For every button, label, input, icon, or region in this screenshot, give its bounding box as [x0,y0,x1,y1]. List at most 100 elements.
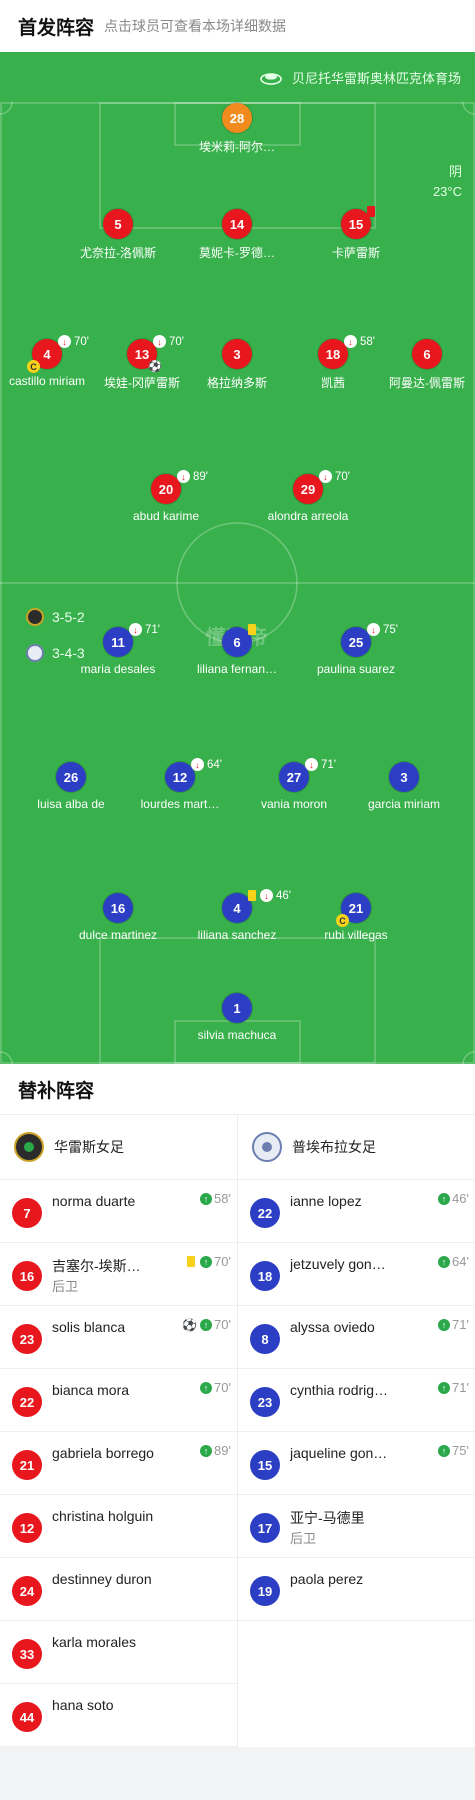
sub-position: 后卫 [52,1279,79,1294]
sub-off-icon: ↓ [367,623,380,636]
sub-off-marker: ↓ 58' [344,335,375,348]
venue: 贝尼托华雷斯奥林匹克体育场 [260,68,461,87]
sub-on-time: 75' [452,1443,469,1458]
sub-number: 33 [12,1639,42,1669]
sub-on-event: ↑ 70' [187,1254,231,1269]
weather-temp: 23°C [432,184,462,199]
sub-off-time: 71' [321,758,336,771]
sub-off-marker: ↓ 89' [177,470,208,483]
weather-condition: 阴 [448,164,462,179]
sub-number: 21 [12,1450,42,1480]
home-sub-row[interactable]: 22 bianca mora ↑ 70' [0,1369,237,1432]
footer-spacer [0,1747,475,1800]
sub-number: 17 [250,1513,280,1543]
player-name: paulina suarez [316,662,396,676]
red-card-icon [367,206,375,217]
sub-position: 后卫 [290,1531,317,1546]
sub-off-icon: ↓ [129,623,142,636]
sub-off-icon: ↓ [58,335,71,348]
home-team-badge [14,1132,44,1162]
sub-off-marker: ↓ 71' [129,623,160,636]
player-name: luisa alba de [37,797,105,811]
player-name: alondra arreola [267,509,349,523]
sub-on-event: ↑ 71' [438,1380,469,1395]
sub-off-marker: ↓ 75' [367,623,398,636]
sub-on-icon: ↑ [200,1381,213,1394]
player-name: garcia miriam [367,797,440,811]
sub-on-icon: ↑ [438,1444,451,1457]
away-team-head[interactable]: 普埃布拉女足 [238,1115,475,1180]
home-sub-row[interactable]: 23 solis blanca ⚽ ↑ 70' [0,1306,237,1369]
sub-off-time: 70' [74,335,89,348]
sub-number: 19 [250,1576,280,1606]
home-team-head[interactable]: 华雷斯女足 [0,1115,237,1180]
sub-number: 16 [12,1261,42,1291]
sub-on-event: ↑ 71' [438,1317,469,1332]
player-number: 14 [222,209,252,239]
sub-on-event: ↑ 75' [438,1443,469,1458]
sub-number: 12 [12,1513,42,1543]
away-sub-row[interactable]: 22 ianne lopez ↑ 46' [238,1180,475,1243]
home-sub-row[interactable]: 44 hana soto [0,1684,237,1747]
player-number: 28 [222,103,252,133]
captain-icon: C [27,360,40,373]
sub-on-time: 71' [452,1380,469,1395]
sub-on-icon: ↑ [438,1318,451,1331]
home-sub-row[interactable]: 21 gabriela borrego ↑ 89' [0,1432,237,1495]
sub-on-icon: ↑ [200,1318,213,1331]
sub-off-marker: ↓ 71' [305,758,336,771]
away-sub-row[interactable]: 17 亚宁-马德里 后卫 [238,1495,475,1558]
sub-off-marker: ↓ 64' [191,758,222,771]
home-sub-row[interactable]: 7 norma duarte ↑ 58' [0,1180,237,1243]
sub-on-event: ↑ 70' [200,1380,231,1395]
sub-name: jetzuvely gon… [290,1256,386,1272]
away-sub-row[interactable]: 18 jetzuvely gon… ↑ 64' [238,1243,475,1306]
away-subs: 普埃布拉女足 22 ianne lopez ↑ 46' 18 jetzuvely gon…… [237,1115,475,1747]
away-team-logo [26,644,44,662]
sub-on-event: ↑ 46' [438,1191,469,1206]
home-sub-row[interactable]: 24 destinney duron [0,1558,237,1621]
sub-on-time: 64' [452,1254,469,1269]
sub-on-icon: ↑ [200,1255,213,1268]
sub-name: paola perez [290,1571,364,1587]
player-name: liliana fernan… [196,662,278,676]
home-sub-row[interactable]: 16 吉塞尔-埃斯… 后卫 ↑ 70' [0,1243,237,1306]
sub-number: 24 [12,1576,42,1606]
home-team-name: 华雷斯女足 [54,1139,124,1155]
player-number: 26 [56,762,86,792]
sub-off-time: 58' [360,335,375,348]
home-sub-row[interactable]: 33 karla morales [0,1621,237,1684]
sub-on-icon: ↑ [200,1444,213,1457]
player-number: 16 [103,893,133,923]
away-sub-row[interactable]: 23 cynthia rodrig… ↑ 71' [238,1369,475,1432]
sub-off-time: 46' [276,889,291,902]
away-sub-row[interactable]: 15 jaqueline gon… ↑ 75' [238,1432,475,1495]
sub-on-icon: ↑ [438,1192,451,1205]
sub-number: 8 [250,1324,280,1354]
weather: 阴 23°C [433,162,462,202]
home-sub-row[interactable]: 12 christina holguin [0,1495,237,1558]
away-formation: 3-4-3 [26,644,85,662]
player-name: abud karime [132,509,200,523]
sub-name: karla morales [52,1634,137,1650]
player-number: 1 [222,993,252,1023]
yellow-card-icon [248,890,256,901]
sub-number: 44 [12,1702,42,1732]
sub-name: destinney duron [52,1571,152,1587]
away-sub-row[interactable]: 8 alyssa oviedo ↑ 71' [238,1306,475,1369]
sub-name: hana soto [52,1697,114,1713]
pitch: 贝尼托华雷斯奥林匹克体育场 阴 23°C 懂球帝 3-5-2 3-4-3 28埃… [0,52,475,1064]
home-subs: 华雷斯女足 7 norma duarte ↑ 58' 16 吉塞尔-埃斯… 后卫 ↑ 70' 23… [0,1115,237,1747]
home-formation: 3-5-2 [26,608,85,626]
away-sub-row[interactable]: 19 paola perez [238,1558,475,1621]
venue-bar: 贝尼托华雷斯奥林匹克体育场 [0,52,475,102]
sub-off-icon: ↓ [177,470,190,483]
sub-number: 7 [12,1198,42,1228]
sub-on-time: 70' [214,1380,231,1395]
sub-on-icon: ↑ [200,1192,213,1205]
sub-on-icon: ↑ [438,1381,451,1394]
sub-name: alyssa oviedo [290,1319,375,1335]
sub-number: 15 [250,1450,280,1480]
sub-on-time: 89' [214,1443,231,1458]
sub-on-event: ↑ 64' [438,1254,469,1269]
